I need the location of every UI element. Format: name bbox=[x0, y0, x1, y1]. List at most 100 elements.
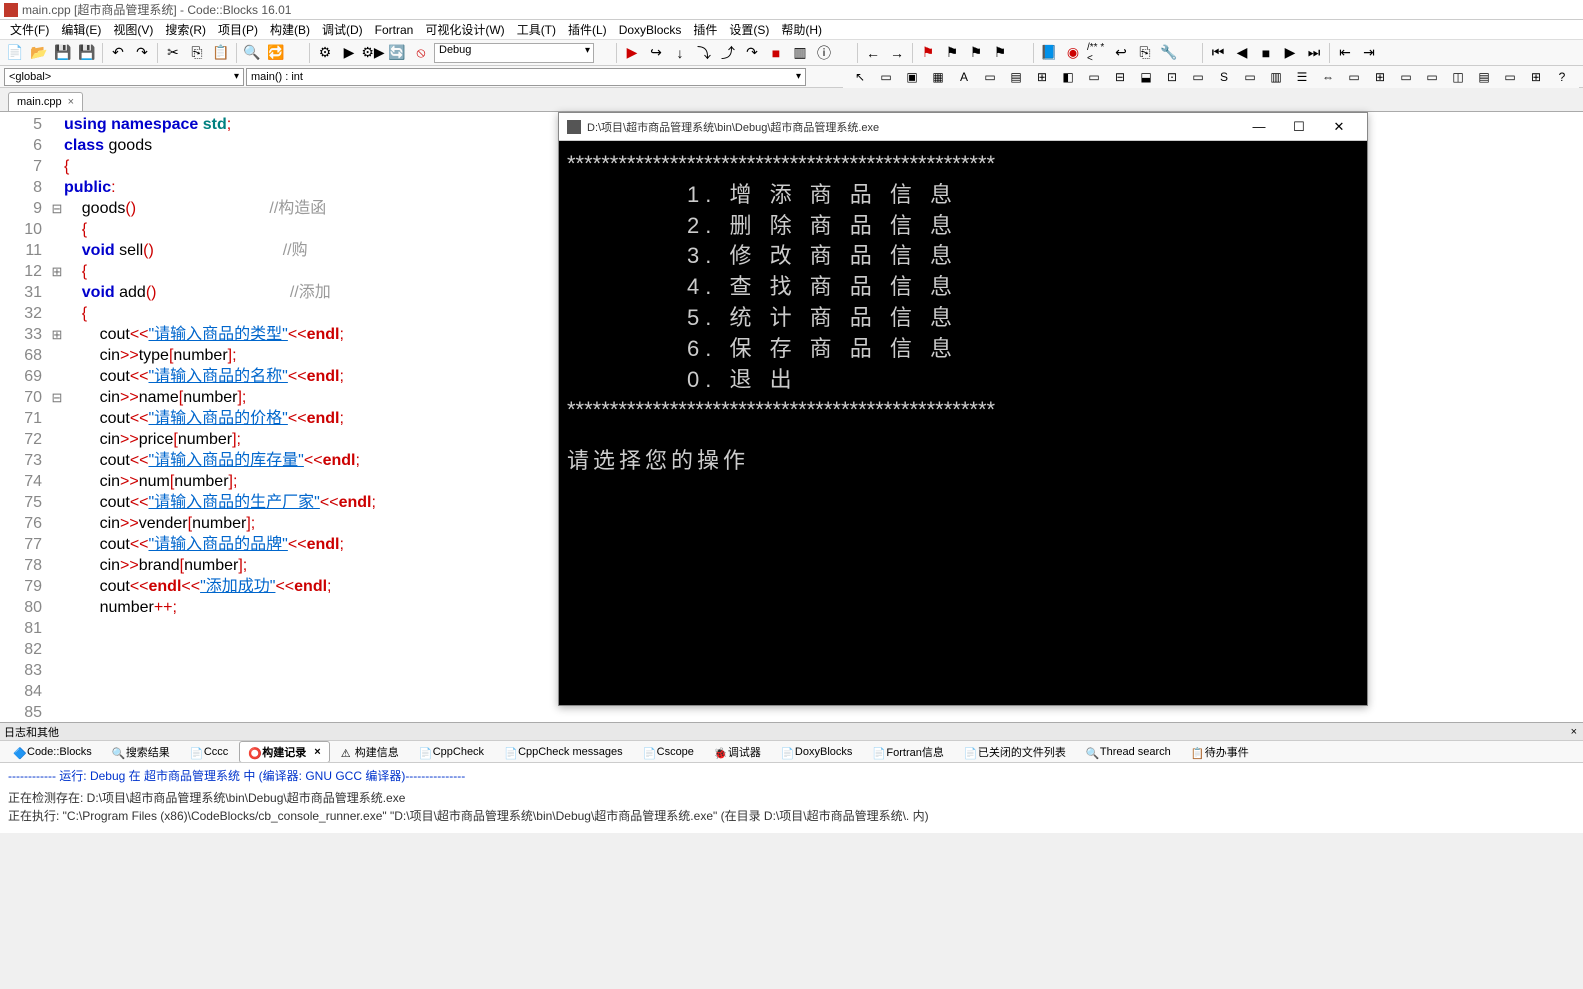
log-tab[interactable]: 📄DoxyBlocks bbox=[772, 743, 861, 761]
doxy6-icon[interactable]: 🔧 bbox=[1158, 42, 1180, 64]
nav-back-icon[interactable]: ← bbox=[862, 42, 884, 64]
menu-item[interactable]: 文件(F) bbox=[4, 21, 55, 38]
menu-item[interactable]: 构建(B) bbox=[264, 21, 316, 38]
debug-next-icon[interactable]: ↓ bbox=[669, 42, 691, 64]
debug-continue-icon[interactable]: ↪ bbox=[645, 42, 667, 64]
tool-box24-icon[interactable]: ⊞ bbox=[1525, 66, 1547, 88]
doxy2-icon[interactable]: ◉ bbox=[1062, 42, 1084, 64]
tool-box14-icon[interactable]: ▥ bbox=[1265, 66, 1287, 88]
save-all-icon[interactable]: 💾 bbox=[76, 42, 98, 64]
f1-icon[interactable]: ⏮ bbox=[1207, 42, 1229, 64]
debug-step-in-icon[interactable]: ⤵ bbox=[693, 42, 715, 64]
redo-icon[interactable]: ↷ bbox=[131, 42, 153, 64]
f7-icon[interactable]: ⇥ bbox=[1358, 42, 1380, 64]
tool-box19-icon[interactable]: ▭ bbox=[1395, 66, 1417, 88]
tool-a-icon[interactable]: A bbox=[953, 66, 975, 88]
tool-box23-icon[interactable]: ▭ bbox=[1499, 66, 1521, 88]
fold-toggle-icon[interactable]: ⊞ bbox=[50, 324, 64, 345]
abort-icon[interactable]: ⦸ bbox=[410, 42, 432, 64]
tool-box16-icon[interactable]: ⇔ bbox=[1317, 66, 1339, 88]
bookmark-clear-icon[interactable]: ⚑ bbox=[989, 42, 1011, 64]
open-icon[interactable]: 📂 bbox=[28, 42, 50, 64]
minimize-icon[interactable]: — bbox=[1239, 119, 1279, 134]
cut-icon[interactable]: ✂ bbox=[162, 42, 184, 64]
bookmark-next-icon[interactable]: ⚑ bbox=[965, 42, 987, 64]
debug-info-icon[interactable]: ⓘ bbox=[813, 42, 835, 64]
debug-window-icon[interactable]: ▥ bbox=[789, 42, 811, 64]
debug-step-over-icon[interactable]: ↷ bbox=[741, 42, 763, 64]
bookmark-prev-icon[interactable]: ⚑ bbox=[941, 42, 963, 64]
log-tab-close-icon[interactable]: × bbox=[314, 746, 320, 758]
tool-box12-icon[interactable]: ▭ bbox=[1187, 66, 1209, 88]
tool-box9-icon[interactable]: ⊟ bbox=[1109, 66, 1131, 88]
tool-box7-icon[interactable]: ◧ bbox=[1057, 66, 1079, 88]
maximize-icon[interactable]: ☐ bbox=[1279, 119, 1319, 135]
log-tab[interactable]: 📄Cscope bbox=[634, 743, 703, 761]
f4-icon[interactable]: ▶ bbox=[1279, 42, 1301, 64]
f6-icon[interactable]: ⇤ bbox=[1334, 42, 1356, 64]
f5-icon[interactable]: ⏭ bbox=[1303, 42, 1325, 64]
menu-item[interactable]: 项目(P) bbox=[212, 21, 264, 38]
close-icon[interactable]: ✕ bbox=[1319, 119, 1359, 135]
menu-item[interactable]: 搜索(R) bbox=[159, 21, 212, 38]
bookmark-icon[interactable]: ⚑ bbox=[917, 42, 939, 64]
tool-box25-icon[interactable]: ? bbox=[1551, 66, 1573, 88]
log-tab[interactable]: 🔷Code::Blocks bbox=[4, 743, 101, 761]
menu-item[interactable]: 插件 bbox=[687, 21, 723, 38]
tool-box2-icon[interactable]: ▣ bbox=[901, 66, 923, 88]
debug-start-icon[interactable]: ▶ bbox=[621, 42, 643, 64]
console-titlebar[interactable]: D:\项目\超市商品管理系统\bin\Debug\超市商品管理系统.exe — … bbox=[559, 113, 1367, 141]
log-tab[interactable]: 🐞调试器 bbox=[705, 741, 770, 763]
tool-box5-icon[interactable]: ▤ bbox=[1005, 66, 1027, 88]
doxy1-icon[interactable]: 📘 bbox=[1038, 42, 1060, 64]
scope-func-combo[interactable]: main() : int▾ bbox=[246, 68, 806, 86]
log-close-icon[interactable]: × bbox=[1565, 726, 1583, 738]
log-tab[interactable]: ⭕构建记录× bbox=[239, 741, 329, 763]
build-icon[interactable]: ⚙ bbox=[314, 42, 336, 64]
build-run-icon[interactable]: ⚙▶ bbox=[362, 42, 384, 64]
find-icon[interactable]: 🔍 bbox=[241, 42, 263, 64]
scope-global-combo[interactable]: <global>▾ bbox=[4, 68, 244, 86]
undo-icon[interactable]: ↶ bbox=[107, 42, 129, 64]
log-tab[interactable]: ⚠构建信息 bbox=[332, 741, 408, 763]
menu-item[interactable]: 视图(V) bbox=[107, 21, 159, 38]
tab-main-cpp[interactable]: main.cpp × bbox=[8, 92, 83, 111]
log-body[interactable]: ------------ 运行: Debug 在 超市商品管理系统 中 (编译器… bbox=[0, 763, 1583, 833]
console-body[interactable]: ****************************************… bbox=[559, 141, 1367, 485]
build-target-combo[interactable]: Debug bbox=[434, 43, 594, 63]
fold-toggle-icon[interactable]: ⊟ bbox=[50, 198, 64, 219]
menu-item[interactable]: 调试(D) bbox=[316, 21, 369, 38]
tool-s-icon[interactable]: S bbox=[1213, 66, 1235, 88]
rebuild-icon[interactable]: 🔄 bbox=[386, 42, 408, 64]
fold-toggle-icon[interactable]: ⊞ bbox=[50, 261, 64, 282]
menu-item[interactable]: 编辑(E) bbox=[55, 21, 107, 38]
doxy3-icon[interactable]: /** *< bbox=[1086, 42, 1108, 64]
save-icon[interactable]: 💾 bbox=[52, 42, 74, 64]
debug-step-out-icon[interactable]: ⤴ bbox=[717, 42, 739, 64]
f2-icon[interactable]: ◀ bbox=[1231, 42, 1253, 64]
f3-icon[interactable]: ■ bbox=[1255, 42, 1277, 64]
log-tab[interactable]: 🔍Thread search bbox=[1077, 743, 1180, 761]
doxy5-icon[interactable]: ⎘ bbox=[1134, 42, 1156, 64]
log-tab[interactable]: 📄Cccc bbox=[181, 743, 237, 761]
menu-item[interactable]: 帮助(H) bbox=[775, 21, 828, 38]
tool-box20-icon[interactable]: ▭ bbox=[1421, 66, 1443, 88]
log-tab[interactable]: 📄CppCheck bbox=[410, 743, 493, 761]
tool-box6-icon[interactable]: ⊞ bbox=[1031, 66, 1053, 88]
menu-item[interactable]: DoxyBlocks bbox=[613, 23, 688, 37]
tool-box10-icon[interactable]: ⬓ bbox=[1135, 66, 1157, 88]
tool-box18-icon[interactable]: ⊞ bbox=[1369, 66, 1391, 88]
tool-box13-icon[interactable]: ▭ bbox=[1239, 66, 1261, 88]
tool-box11-icon[interactable]: ⊡ bbox=[1161, 66, 1183, 88]
log-tab[interactable]: 🔍搜索结果 bbox=[103, 741, 179, 763]
doxy4-icon[interactable]: ↩ bbox=[1110, 42, 1132, 64]
tool-box3-icon[interactable]: ▦ bbox=[927, 66, 949, 88]
debug-stop-icon[interactable]: ■ bbox=[765, 42, 787, 64]
menu-item[interactable]: 可视化设计(W) bbox=[419, 21, 510, 38]
log-tab[interactable]: 📄CppCheck messages bbox=[495, 743, 632, 761]
tool-box22-icon[interactable]: ▤ bbox=[1473, 66, 1495, 88]
menu-item[interactable]: 工具(T) bbox=[511, 21, 562, 38]
log-tab[interactable]: 📋待办事件 bbox=[1182, 741, 1258, 763]
paste-icon[interactable]: 📋 bbox=[210, 42, 232, 64]
replace-icon[interactable]: 🔁 bbox=[265, 42, 287, 64]
